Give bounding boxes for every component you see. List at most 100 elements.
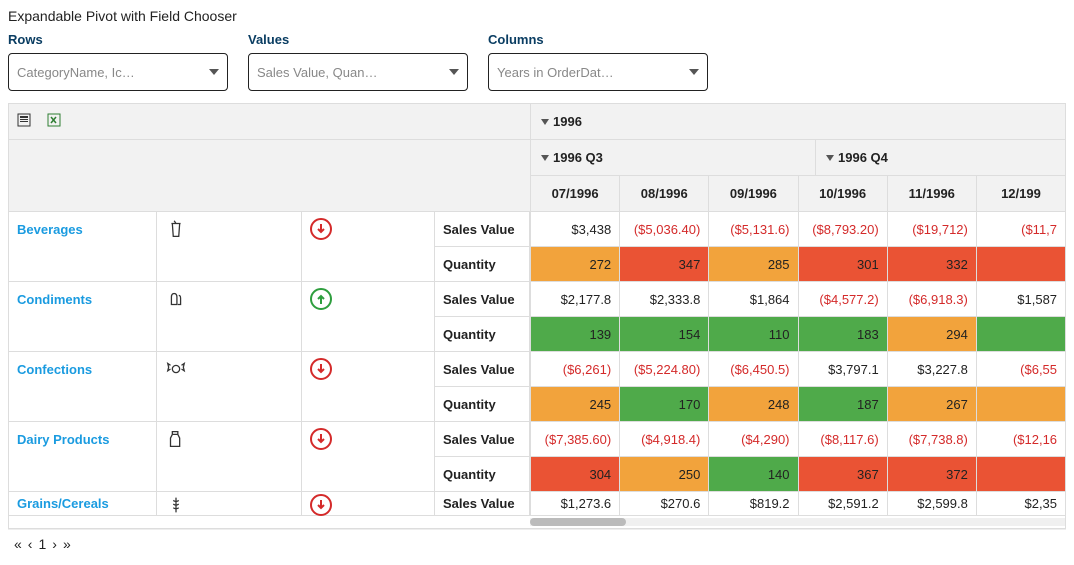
- pager-last[interactable]: »: [63, 536, 71, 552]
- sales-cell: $3,797.1: [798, 352, 887, 387]
- sales-cell: ($5,131.6): [708, 212, 797, 247]
- quarter-header-text: 1996 Q4: [838, 150, 888, 165]
- field-chooser: Rows CategoryName, Ic… Values Sales Valu…: [8, 32, 1066, 91]
- table-row: BeveragesSales ValueQuantity$3,438($5,03…: [9, 212, 1065, 282]
- metric-label-qty: Quantity: [435, 247, 530, 282]
- qty-cell: 367: [798, 457, 887, 492]
- category-icon: [157, 212, 302, 282]
- category-cell[interactable]: Condiments: [9, 282, 157, 352]
- rows-select[interactable]: CategoryName, Ic…: [8, 53, 228, 91]
- qty-cell: [976, 387, 1065, 422]
- pager-next[interactable]: ›: [52, 536, 57, 552]
- horizontal-scrollbar[interactable]: [530, 516, 1065, 528]
- metric-label-qty: Quantity: [435, 317, 530, 352]
- trend-cell: [302, 352, 435, 422]
- trend-down-icon: [310, 218, 332, 240]
- month-header[interactable]: 12/199: [976, 176, 1065, 212]
- qty-cell: 245: [530, 387, 619, 422]
- category-cell[interactable]: Confections: [9, 352, 157, 422]
- qty-cell: 140: [708, 457, 797, 492]
- category-icon: [157, 492, 302, 516]
- table-row: Condiments Sales ValueQuantity$2,177.8$2,…: [9, 282, 1065, 352]
- columns-label: Columns: [488, 32, 708, 47]
- export-excel-icon[interactable]: [47, 112, 63, 131]
- qty-cell: 372: [887, 457, 976, 492]
- qty-cell: 110: [708, 317, 797, 352]
- qty-cell: 248: [708, 387, 797, 422]
- sales-cell: $1,273.6: [530, 492, 619, 516]
- metric-label-qty: Quantity: [435, 457, 530, 492]
- values-label: Values: [248, 32, 468, 47]
- page-title: Expandable Pivot with Field Chooser: [8, 8, 1066, 24]
- qty-cell: [976, 317, 1065, 352]
- sales-cell: $270.6: [619, 492, 708, 516]
- sales-cell: $2,333.8: [619, 282, 708, 317]
- category-cell[interactable]: Grains/Cereals: [9, 492, 157, 516]
- sales-cell: ($7,385.60): [530, 422, 619, 457]
- metric-label-sales: Sales Value: [435, 422, 530, 457]
- columns-select[interactable]: Years in OrderDat…: [488, 53, 708, 91]
- pager-prev[interactable]: ‹: [28, 536, 33, 552]
- chevron-down-icon: [209, 69, 219, 75]
- qty-cell: 285: [708, 247, 797, 282]
- table-row: Grains/CerealsSales Value$1,273.6$270.6$…: [9, 492, 1065, 516]
- category-cell[interactable]: Beverages: [9, 212, 157, 282]
- trend-down-icon: [310, 494, 332, 516]
- sales-cell: ($6,55: [976, 352, 1065, 387]
- sales-cell: $2,177.8: [530, 282, 619, 317]
- sales-cell: ($4,290): [708, 422, 797, 457]
- trend-cell: [302, 282, 435, 352]
- month-header[interactable]: 11/1996: [887, 176, 976, 212]
- qty-cell: 272: [530, 247, 619, 282]
- chevron-down-icon: [689, 69, 699, 75]
- sales-cell: ($8,793.20): [798, 212, 887, 247]
- pivot-grid: 1996 1996 Q3 1996 Q4 07/199608/199609/199…: [8, 103, 1066, 529]
- trend-down-icon: [310, 358, 332, 380]
- month-header[interactable]: 08/1996: [619, 176, 708, 212]
- sales-cell: ($8,117.6): [798, 422, 887, 457]
- pager-first[interactable]: «: [14, 536, 22, 552]
- sales-cell: ($12,16: [976, 422, 1065, 457]
- chevron-down-icon: [449, 69, 459, 75]
- sales-cell: ($4,577.2): [798, 282, 887, 317]
- category-cell[interactable]: Dairy Products: [9, 422, 157, 492]
- collapse-icon: [541, 119, 549, 125]
- metric-label-sales: Sales Value: [435, 212, 530, 247]
- collapse-icon: [826, 155, 834, 161]
- quarter-header[interactable]: 1996 Q4: [815, 140, 1065, 176]
- sales-cell: $2,591.2: [798, 492, 887, 516]
- year-header[interactable]: 1996: [530, 104, 1065, 140]
- qty-cell: 347: [619, 247, 708, 282]
- qty-cell: 154: [619, 317, 708, 352]
- qty-cell: [976, 457, 1065, 492]
- columns-select-text: Years in OrderDat…: [497, 65, 614, 80]
- qty-cell: 294: [887, 317, 976, 352]
- qty-cell: [976, 247, 1065, 282]
- sales-cell: $1,864: [708, 282, 797, 317]
- trend-cell: [302, 422, 435, 492]
- sales-cell: $819.2: [708, 492, 797, 516]
- sales-cell: $2,599.8: [887, 492, 976, 516]
- sales-cell: ($5,224.80): [619, 352, 708, 387]
- sales-cell: ($6,261): [530, 352, 619, 387]
- trend-cell: [302, 492, 435, 516]
- month-header[interactable]: 09/1996: [708, 176, 797, 212]
- metric-label-qty: Quantity: [435, 387, 530, 422]
- metric-label-sales: Sales Value: [435, 282, 530, 317]
- rows-label: Rows: [8, 32, 228, 47]
- sales-cell: $2,35: [976, 492, 1065, 516]
- sales-cell: ($6,918.3): [887, 282, 976, 317]
- pager: « ‹ 1 › »: [8, 529, 1066, 557]
- trend-up-icon: [310, 288, 332, 310]
- values-select[interactable]: Sales Value, Quan…: [248, 53, 468, 91]
- month-header[interactable]: 07/1996: [530, 176, 619, 212]
- metric-label-sales: Sales Value: [435, 492, 530, 516]
- trend-down-icon: [310, 428, 332, 450]
- export-csv-icon[interactable]: [17, 112, 33, 131]
- collapse-icon: [541, 155, 549, 161]
- metric-label-sales: Sales Value: [435, 352, 530, 387]
- sales-cell: ($7,738.8): [887, 422, 976, 457]
- month-header[interactable]: 10/1996: [798, 176, 887, 212]
- quarter-header[interactable]: 1996 Q3: [530, 140, 815, 176]
- sales-cell: $3,227.8: [887, 352, 976, 387]
